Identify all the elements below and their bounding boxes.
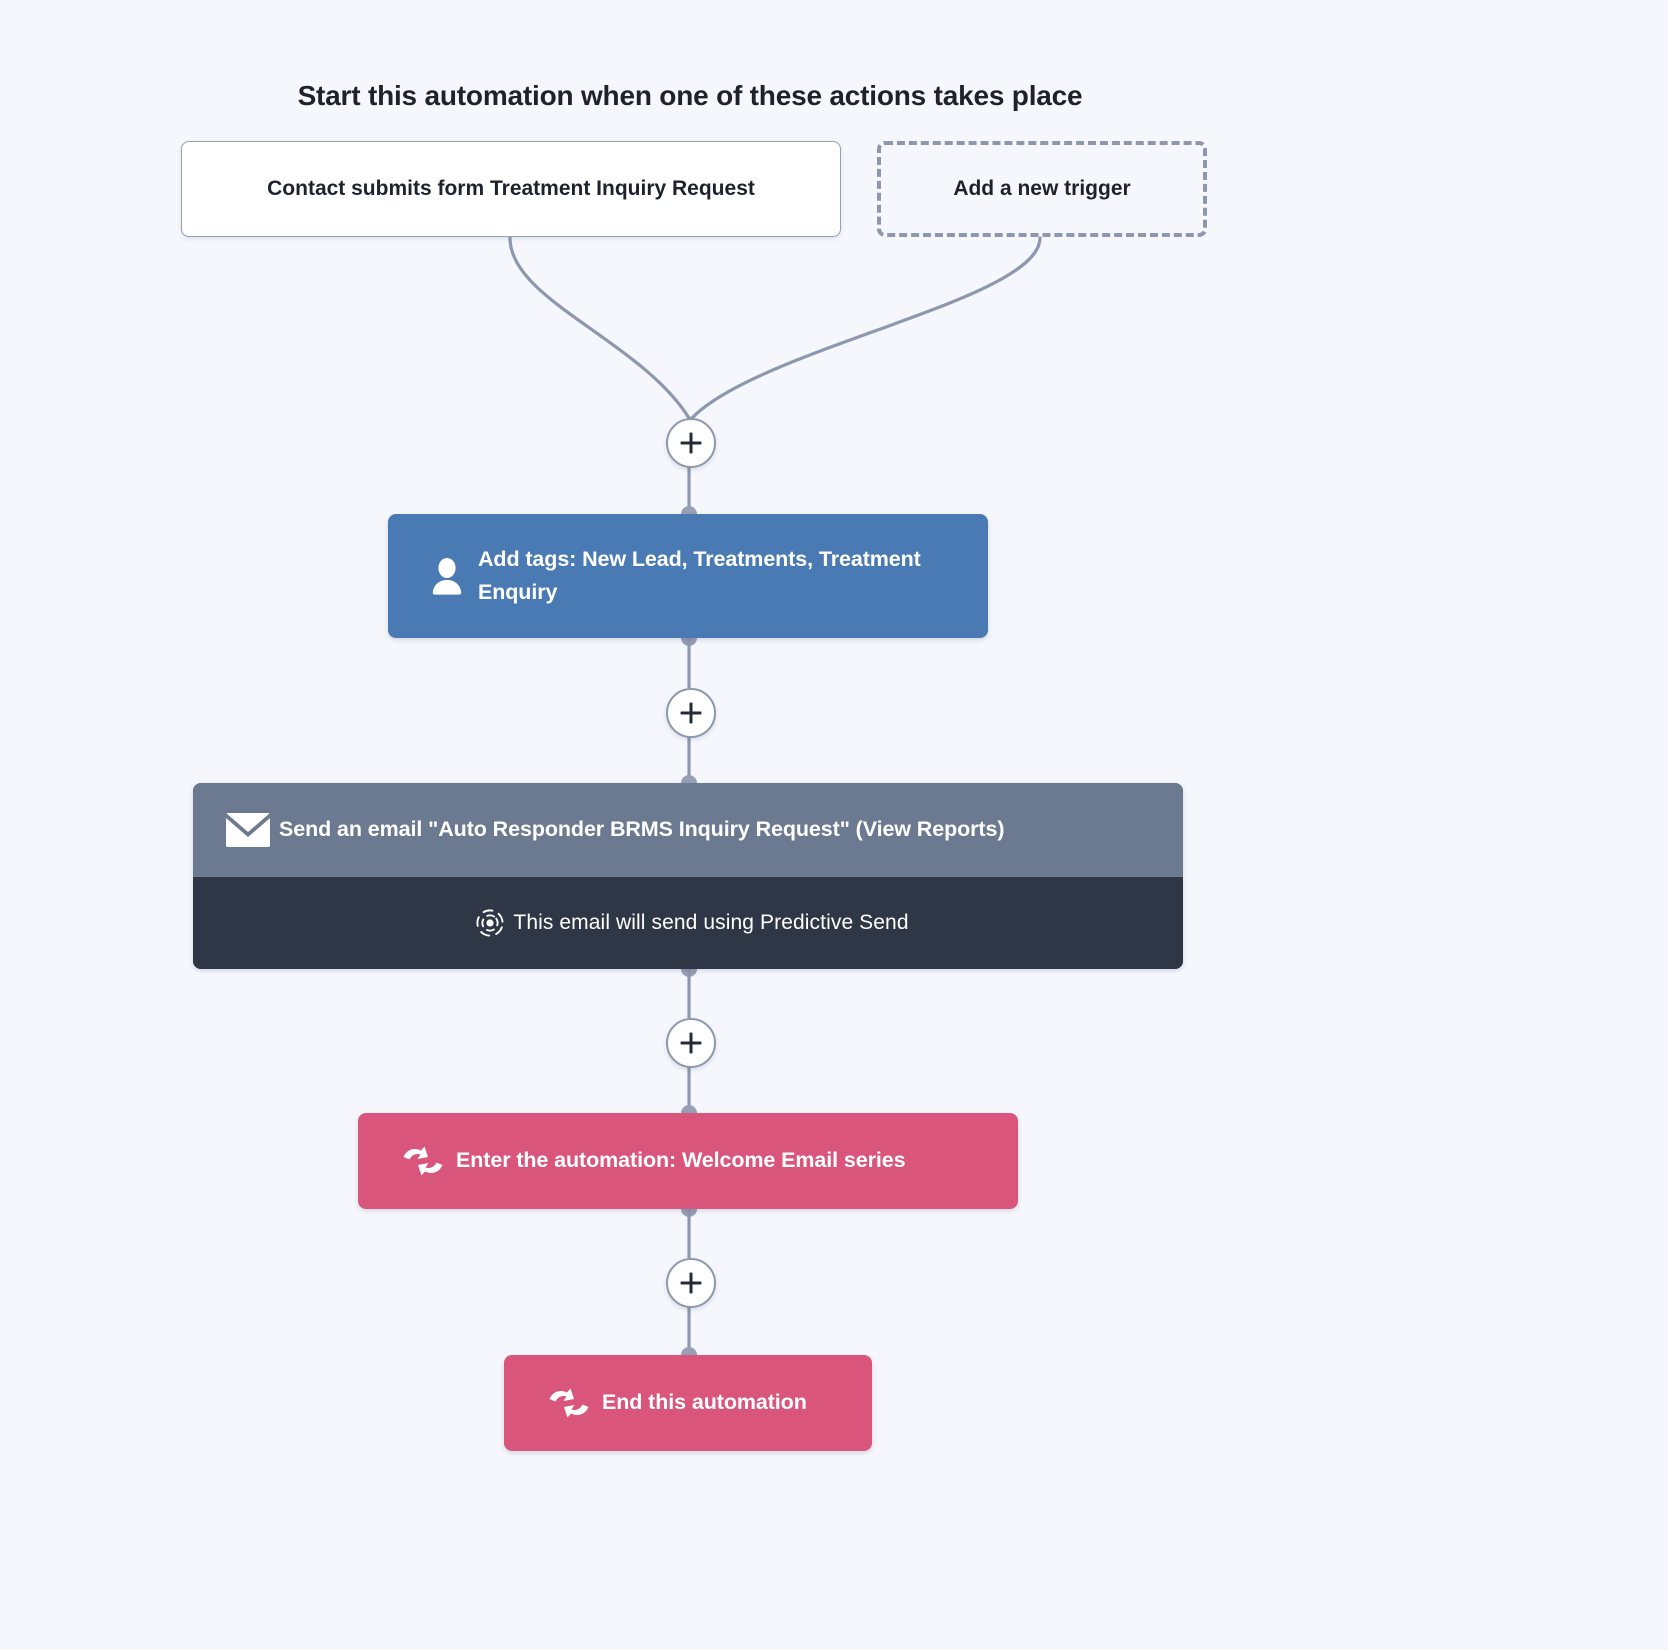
- add-tags-label: Add tags: New Lead, Treatments, Treatmen…: [478, 546, 921, 604]
- add-step-after-enter-automation-button[interactable]: [666, 1258, 716, 1308]
- automation-arrows-icon: [536, 1385, 602, 1421]
- add-step-after-add-tags-button[interactable]: [666, 688, 716, 738]
- end-automation-label: End this automation: [602, 1390, 807, 1415]
- action-node-end-automation[interactable]: End this automation: [504, 1355, 872, 1451]
- trigger-contact-submits-form[interactable]: Contact submits form Treatment Inquiry R…: [181, 141, 841, 237]
- action-node-enter-automation[interactable]: Enter the automation: Welcome Email seri…: [358, 1113, 1018, 1209]
- automation-arrows-icon: [390, 1143, 456, 1179]
- predictive-send-note-row: This email will send using Predictive Se…: [193, 877, 1183, 969]
- predictive-send-label: This email will send using Predictive Se…: [513, 911, 909, 934]
- predictive-send-icon: [467, 907, 513, 939]
- send-email-header-row[interactable]: Send an email "Auto Responder BRMS Inqui…: [193, 783, 1183, 877]
- person-icon: [416, 557, 478, 595]
- add-new-trigger-label: Add a new trigger: [953, 177, 1131, 200]
- envelope-icon: [217, 813, 279, 847]
- send-email-label: Send an email "Auto Responder BRMS Inqui…: [279, 817, 1005, 842]
- action-node-send-email[interactable]: Send an email "Auto Responder BRMS Inqui…: [193, 783, 1183, 969]
- add-step-after-triggers-button[interactable]: [666, 418, 716, 468]
- action-node-add-tags[interactable]: Add tags: New Lead, Treatments, Treatmen…: [388, 514, 988, 638]
- add-new-trigger-button[interactable]: Add a new trigger: [877, 141, 1207, 237]
- page-title: Start this automation when one of these …: [297, 80, 1083, 111]
- enter-automation-label: Enter the automation: Welcome Email seri…: [456, 1148, 906, 1173]
- add-step-after-send-email-button[interactable]: [666, 1018, 716, 1068]
- trigger-label: Contact submits form Treatment Inquiry R…: [267, 177, 755, 200]
- automation-canvas: Start this automation when one of these …: [0, 0, 1668, 1650]
